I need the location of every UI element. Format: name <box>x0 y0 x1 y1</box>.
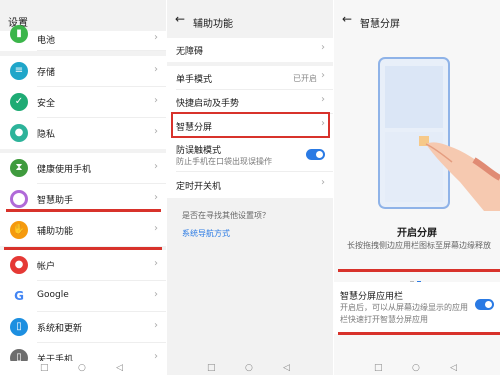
chevron-right-icon: › <box>154 289 158 300</box>
chevron-right-icon: › <box>154 161 158 172</box>
accessibility-item-one-hand[interactable]: 单手模式 已开启 › <box>167 66 333 90</box>
recent-apps-icon[interactable]: □ <box>207 363 216 373</box>
settings-item-digital-balance[interactable]: ⧗ 健康使用手机 › <box>0 153 166 184</box>
chevron-right-icon: › <box>321 42 325 53</box>
chevron-right-icon: › <box>154 32 158 43</box>
chevron-right-icon: › <box>154 223 158 234</box>
anti-mistouch-toggle[interactable] <box>306 149 325 160</box>
back-arrow-icon[interactable]: ← <box>342 13 352 25</box>
split-screen-illustration <box>334 36 500 216</box>
settings-item-account[interactable]: ● 帐户 › <box>0 250 166 281</box>
battery-icon: ▮ <box>10 25 28 43</box>
settings-item-about[interactable]: ▯ 关于手机 › <box>0 343 166 367</box>
hand-icon: ✋ <box>10 221 28 239</box>
suggestion-question: 是否在寻找其他设置项？ <box>182 211 270 220</box>
settings-item-accessibility[interactable]: ✋ 辅助功能 › <box>0 215 166 246</box>
settings-item-system[interactable]: ▯ 系统和更新 › <box>0 312 166 343</box>
status-value: 已开启 <box>293 74 317 83</box>
chevron-right-icon: › <box>154 95 158 106</box>
settings-item-security[interactable]: ✓ 安全 › <box>0 87 166 118</box>
hourglass-icon: ⧗ <box>10 159 28 177</box>
smart-split-app-bar-setting[interactable]: 智慧分屏应用栏 开启后，可以从屏幕边缘显示的应用栏快速打开智慧分屏应用 <box>334 282 500 334</box>
section-description: 长按拖拽侧边应用栏图标至屏幕边缘释放 <box>347 241 491 250</box>
settings-item-battery[interactable]: ▮ 电池 › <box>0 25 166 51</box>
settings-item-storage[interactable]: ≡ 存储 › <box>0 56 166 87</box>
system-navigation-link[interactable]: 系统导航方式 <box>182 228 230 239</box>
settings-panel: 设置 ▮ 电池 › ≡ 存储 › ✓ 安全 › ● 隐私 › ⧗ 健康使用手机 … <box>0 0 166 375</box>
chevron-right-icon: › <box>154 64 158 75</box>
account-icon: ● <box>10 256 28 274</box>
google-icon: G <box>10 287 28 305</box>
home-icon[interactable]: ○ <box>412 363 420 373</box>
chevron-right-icon: › <box>154 126 158 137</box>
chevron-right-icon: › <box>321 94 325 105</box>
recent-apps-icon[interactable]: □ <box>374 363 383 373</box>
navigation-bar: □ ○ ◁ <box>334 361 500 375</box>
back-icon[interactable]: ◁ <box>116 363 123 373</box>
accessibility-panel: ← 辅助功能 无障碍 › 单手模式 已开启 › 快捷启动及手势 › 智慧分屏 ›… <box>167 0 333 375</box>
setting-description: 开启后，可以从屏幕边缘显示的应用栏快速打开智慧分屏应用 <box>340 303 468 324</box>
highlight-underline <box>338 332 500 335</box>
accessibility-item-anti-mistouch[interactable]: 防误触模式 防止手机在口袋出现误操作 <box>167 138 333 172</box>
page-title: 辅助功能 <box>193 19 233 30</box>
home-icon[interactable]: ○ <box>78 363 86 373</box>
accessibility-item-scheduled-power[interactable]: 定时开关机 › <box>167 172 333 198</box>
navigation-bar: □ ○ ◁ <box>0 361 166 375</box>
suggestion-card: 是否在寻找其他设置项？ 系统导航方式 <box>167 204 333 242</box>
back-icon[interactable]: ◁ <box>283 363 290 373</box>
chevron-right-icon: › <box>154 320 158 331</box>
section-title: 开启分屏 <box>397 228 437 239</box>
privacy-icon: ● <box>10 124 28 142</box>
chevron-right-icon: › <box>321 177 325 188</box>
recent-apps-icon[interactable]: □ <box>40 363 49 373</box>
home-icon[interactable]: ○ <box>245 363 253 373</box>
chevron-right-icon: › <box>321 70 325 81</box>
back-arrow-icon[interactable]: ← <box>175 13 185 25</box>
highlight-box <box>171 112 330 138</box>
highlight-underline <box>6 209 161 212</box>
chevron-right-icon: › <box>154 258 158 269</box>
page-title: 智慧分屏 <box>360 19 400 30</box>
navigation-bar: □ ○ ◁ <box>167 361 333 375</box>
settings-item-google[interactable]: G Google › <box>0 281 166 312</box>
accessibility-item-barrier-free[interactable]: 无障碍 › <box>167 38 333 62</box>
setting-label: 智慧分屏应用栏 <box>340 292 404 302</box>
shield-icon: ✓ <box>10 93 28 111</box>
smart-split-panel: ← 智慧分屏 开启分屏 长按拖拽侧边应用栏图标至屏幕边缘释放 智慧分屏应用栏 开… <box>334 0 500 375</box>
accessibility-item-shortcuts[interactable]: 快捷启动及手势 › <box>167 90 333 114</box>
system-update-icon: ▯ <box>10 318 28 336</box>
assistant-icon <box>10 190 28 208</box>
app-bar-toggle[interactable] <box>475 299 494 310</box>
chevron-right-icon: › <box>154 192 158 203</box>
settings-item-privacy[interactable]: ● 隐私 › <box>0 118 166 149</box>
back-icon[interactable]: ◁ <box>450 363 457 373</box>
storage-icon: ≡ <box>10 62 28 80</box>
